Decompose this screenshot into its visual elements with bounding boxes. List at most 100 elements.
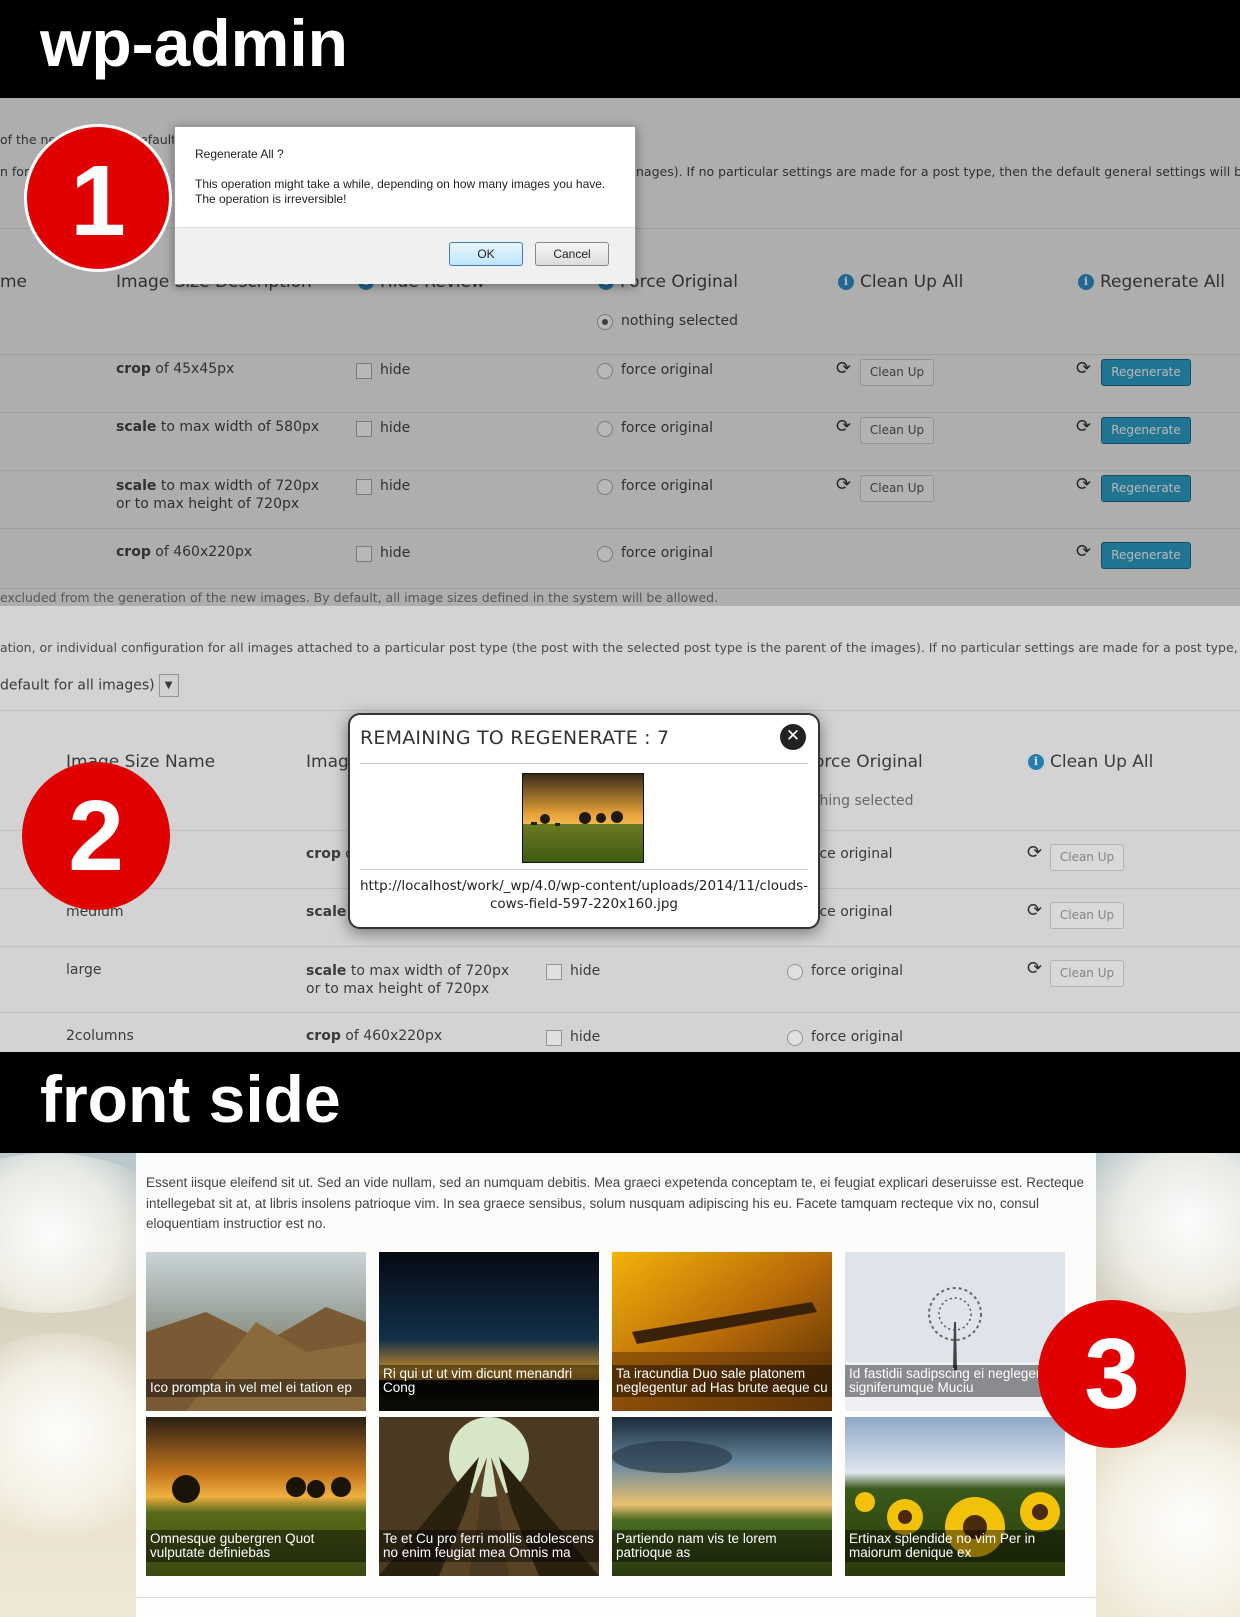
wp-admin-banner-title: wp-admin [40, 6, 348, 80]
regenerating-image-url: http://localhost/work/_wp/4.0/wp-content… [359, 878, 809, 912]
col-header-clean-up-all: i Clean Up All [838, 272, 963, 292]
front-side-banner-title: front side [40, 1062, 341, 1136]
info-icon[interactable]: i [1078, 274, 1094, 290]
gallery-tile[interactable]: Ri qui ut ut vim dicunt menandri Cong [379, 1252, 599, 1411]
force-original-label: force original [621, 362, 714, 378]
refresh-icon: ⟳ [1076, 358, 1092, 379]
gallery-tile[interactable]: Id fastidii sadipscing ei neglegentur si… [845, 1252, 1065, 1411]
ok-button[interactable]: OK [449, 242, 523, 266]
step-badge-2: 2 [22, 762, 170, 910]
clean-up-button[interactable]: Clean Up [1050, 844, 1124, 871]
hide-checkbox[interactable] [356, 479, 372, 495]
refresh-icon: ⟳ [836, 416, 852, 437]
wp-admin-settings-panel-1: of the new efault, a n for a nages). If … [0, 98, 1240, 606]
force-original-radio[interactable] [597, 363, 613, 379]
gallery-tile[interactable]: Omnesque gubergren Quot vulputate defini… [146, 1417, 366, 1576]
regenerate-button[interactable]: Regenerate [1101, 359, 1191, 386]
cancel-button[interactable]: Cancel [535, 242, 609, 266]
dialog-message-line1: This operation might take a while, depen… [195, 177, 606, 191]
regenerate-button[interactable]: Regenerate [1101, 417, 1191, 444]
force-original-radio[interactable] [787, 964, 803, 980]
size-description: crop o [306, 846, 354, 862]
hide-checkbox[interactable] [356, 421, 372, 437]
hide-label: hide [570, 963, 601, 979]
col-header-name: me [0, 272, 28, 292]
force-original-label: force original [811, 963, 904, 979]
tile-caption: Partiendo nam vis te lorem patrioque as [612, 1530, 832, 1562]
size-description: crop of 460x220px [116, 544, 253, 560]
size-description: crop of 45x45px [116, 361, 235, 377]
front-side-banner: front side [0, 1052, 1240, 1153]
refresh-icon: ⟳ [1027, 842, 1043, 863]
size-description: scale to max width of 720px or to max he… [116, 478, 320, 512]
clean-up-button[interactable]: Clean Up [1050, 960, 1124, 987]
hide-checkbox[interactable] [356, 363, 372, 379]
tile-caption: Te et Cu pro ferri mollis adolescens no … [379, 1530, 599, 1562]
clean-up-button[interactable]: Clean Up [860, 359, 934, 386]
force-original-radio[interactable] [597, 479, 613, 495]
hide-label: hide [380, 420, 411, 436]
col-header-clean-up-all: i Clean Up All [1028, 752, 1153, 772]
col-header-description: Imag [306, 752, 349, 772]
size-name: 2columns [66, 1028, 134, 1044]
info-icon[interactable]: i [838, 274, 854, 290]
size-name: large [66, 962, 102, 978]
hide-checkbox[interactable] [356, 546, 372, 562]
intro-paragraph: Essent iisque eleifend sit ut. Sed an vi… [146, 1175, 1085, 1231]
refresh-icon: ⟳ [836, 358, 852, 379]
wp-admin-settings-panel-2: ation, or individual configuration for a… [0, 606, 1240, 1052]
confirm-dialog: Regenerate All ? This operation might ta… [174, 126, 636, 284]
hide-checkbox[interactable] [546, 1030, 562, 1046]
force-original-radio[interactable] [597, 546, 613, 562]
page-content: Essent iisque eleifend sit ut. Sed an vi… [136, 1153, 1096, 1617]
refresh-icon: ⟳ [1076, 541, 1092, 562]
clean-up-button[interactable]: Clean Up [860, 417, 934, 444]
force-original-label: rce original [814, 846, 893, 862]
gallery-tile[interactable]: Ico prompta in vel mel ei tation ep [146, 1252, 366, 1411]
tile-caption: Ico prompta in vel mel ei tation ep [146, 1379, 366, 1397]
post-type-select[interactable]: default for all images) ▼ [0, 674, 179, 699]
tile-caption: Id fastidii sadipscing ei neglegentur si… [845, 1365, 1065, 1397]
force-original-radio[interactable] [597, 421, 613, 437]
col-header-regenerate-all: i Regenerate All [1078, 272, 1225, 292]
nothing-selected-label: thing selected [814, 793, 914, 809]
hide-label: hide [570, 1029, 601, 1045]
regenerate-button[interactable]: Regenerate [1101, 542, 1191, 569]
nothing-selected-label: nothing selected [621, 313, 738, 329]
chevron-down-icon: ▼ [158, 674, 179, 697]
gallery-tile[interactable]: Te et Cu pro ferri mollis adolescens no … [379, 1417, 599, 1576]
tile-caption: Ri qui ut ut vim dicunt menandri Cong [379, 1365, 599, 1397]
force-original-label: force original [811, 1029, 904, 1045]
clean-up-button[interactable]: Clean Up [860, 475, 934, 502]
bg-text: ation, or individual configuration for a… [0, 640, 1240, 655]
step-badge-1: 1 [24, 124, 172, 272]
clean-up-button[interactable]: Clean Up [1050, 902, 1124, 929]
tile-caption: Ta iracundia Duo sale platonem neglegent… [612, 1365, 832, 1397]
hide-label: hide [380, 362, 411, 378]
remaining-count-title: REMAINING TO REGENERATE : 7 [360, 727, 670, 749]
hide-label: hide [380, 478, 411, 494]
refresh-icon: ⟳ [1076, 416, 1092, 437]
refresh-icon: ⟳ [1027, 958, 1043, 979]
force-original-radio[interactable] [787, 1030, 803, 1046]
gallery-tile[interactable]: Ta iracundia Duo sale platonem neglegent… [612, 1252, 832, 1411]
regenerating-image-thumbnail [522, 773, 644, 863]
size-description: crop of 460x220px [306, 1028, 443, 1044]
force-original-none-radio[interactable] [597, 314, 613, 330]
size-description: scale to max width of 720px or to max he… [306, 963, 510, 997]
refresh-icon: ⟳ [1027, 900, 1043, 921]
col-header-force-original: orce Original [814, 752, 923, 772]
gallery-tile[interactable]: Ertinax splendide no vim Per in maiorum … [845, 1417, 1065, 1576]
close-icon[interactable]: ✕ [780, 724, 806, 750]
gallery-tile[interactable]: Partiendo nam vis te lorem patrioque as [612, 1417, 832, 1576]
tile-caption: Ertinax splendide no vim Per in maiorum … [845, 1530, 1065, 1562]
bg-text: nages). If no particular settings are ma… [636, 164, 1240, 179]
force-original-label: rce original [814, 904, 893, 920]
info-icon[interactable]: i [1028, 754, 1044, 770]
tile-caption: Omnesque gubergren Quot vulputate defini… [146, 1530, 366, 1562]
hide-checkbox[interactable] [546, 964, 562, 980]
regenerate-button[interactable]: Regenerate [1101, 475, 1191, 502]
regenerate-progress-modal: REMAINING TO REGENERATE : 7 ✕ http://loc… [348, 713, 820, 929]
refresh-icon: ⟳ [836, 474, 852, 495]
size-description: scale to max width of 580px [116, 419, 320, 435]
